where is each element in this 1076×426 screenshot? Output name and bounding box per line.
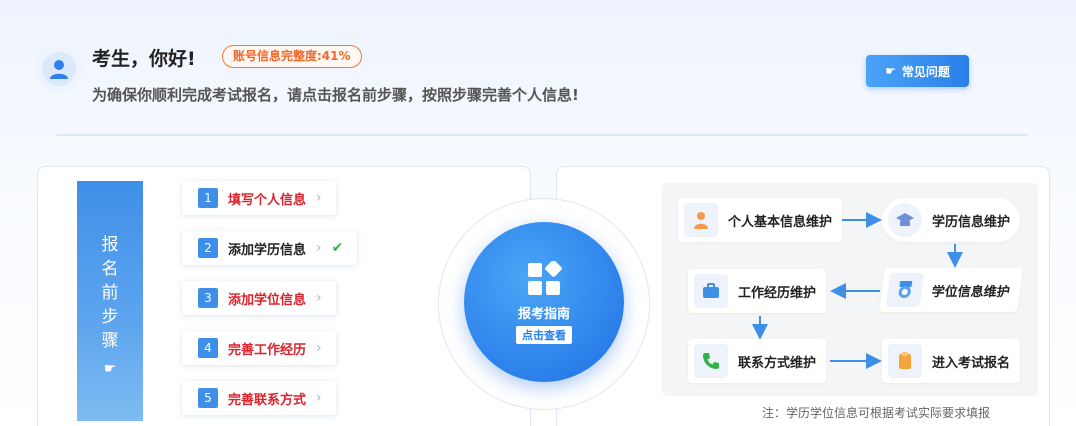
flow-node-contact[interactable]: 联系方式维护: [688, 339, 827, 383]
clipboard-icon: [888, 344, 922, 378]
flow-node-education[interactable]: 学历信息维护: [882, 198, 1021, 242]
graduation-cap-icon: [888, 203, 922, 237]
medal-icon: [885, 273, 925, 307]
footnote: 注：学历学位信息可根据考试实际要求填报: [762, 406, 991, 420]
flow-node-personal[interactable]: 个人基本信息维护: [678, 198, 843, 242]
briefcase-icon: [694, 274, 728, 308]
node-label: 联系方式维护: [738, 355, 817, 371]
node-label: 工作经历维护: [738, 285, 817, 301]
node-label: 学位信息维护: [930, 284, 1011, 300]
flow-node-work[interactable]: 工作经历维护: [688, 269, 827, 313]
flow-node-enter[interactable]: 进入考试报名: [882, 339, 1021, 383]
node-label: 个人基本信息维护: [728, 214, 833, 230]
node-label: 学历信息维护: [932, 214, 1011, 230]
node-label: 进入考试报名: [932, 355, 1011, 371]
phone-icon: [694, 344, 728, 378]
flow-node-degree[interactable]: 学位信息维护: [878, 268, 1024, 312]
person-icon: [684, 203, 718, 237]
